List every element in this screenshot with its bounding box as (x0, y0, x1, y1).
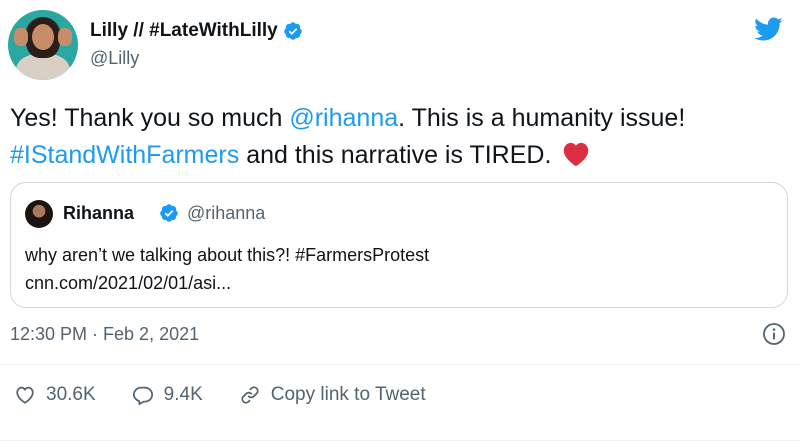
tweet-text-part2: . This is a humanity issue! (398, 104, 686, 132)
avatar-hand-right (58, 28, 72, 46)
quoted-handle: @rihanna (187, 203, 266, 223)
twitter-bird-icon[interactable] (750, 14, 786, 44)
quoted-tweet-card[interactable]: Rihanna @rihanna why aren’t we talking a… (10, 182, 788, 308)
tweet-text-part3: and this narrative is TIRED. (239, 141, 552, 169)
like-button[interactable]: 30.6K (14, 384, 96, 406)
link-icon (241, 386, 259, 404)
avatar-hand-left (14, 28, 28, 46)
like-count: 30.6K (46, 384, 96, 405)
quoted-display-name: Rihanna (63, 203, 135, 223)
tweet-text: Yes! Thank you so much @rihanna. This is… (10, 100, 790, 174)
red-heart-icon (564, 142, 589, 167)
copy-link-button[interactable]: Copy link to Tweet (239, 384, 426, 406)
mention-link[interactable]: @rihanna (289, 104, 398, 132)
reply-count: 9.4K (163, 384, 203, 405)
tweet-timestamp[interactable]: 12:30 PM · Feb 2, 2021 (10, 324, 199, 345)
verified-badge-icon (160, 204, 178, 222)
quoted-text-line1: why aren’t we talking about this?! #Farm… (25, 245, 430, 265)
heart-outline-icon (16, 386, 34, 404)
author-name-row: Lilly // #LateWithLilly (90, 20, 303, 42)
avatar[interactable] (8, 10, 78, 80)
author-handle[interactable]: @Lilly (90, 48, 139, 69)
bottom-divider (0, 440, 800, 441)
author-display-name[interactable]: Lilly // #LateWithLilly (90, 20, 278, 42)
quoted-text-line2: cnn.com/2021/02/01/asi... (25, 273, 232, 293)
reply-bubble-icon (132, 386, 153, 406)
verified-badge-icon (283, 22, 302, 40)
tweet-actions: 30.6K 9.4K Copy link to Tweet (14, 384, 462, 406)
avatar-face (32, 24, 54, 50)
divider (0, 364, 800, 365)
info-icon[interactable] (762, 322, 786, 346)
quoted-avatar (25, 200, 53, 228)
copy-link-label: Copy link to Tweet (270, 384, 426, 405)
tweet-text-part1: Yes! Thank you so much (10, 104, 290, 132)
hashtag-link[interactable]: #IStandWithFarmers (10, 141, 239, 169)
quoted-text: why aren’t we talking about this?! #Farm… (25, 241, 429, 297)
reply-button[interactable]: 9.4K (132, 384, 203, 406)
